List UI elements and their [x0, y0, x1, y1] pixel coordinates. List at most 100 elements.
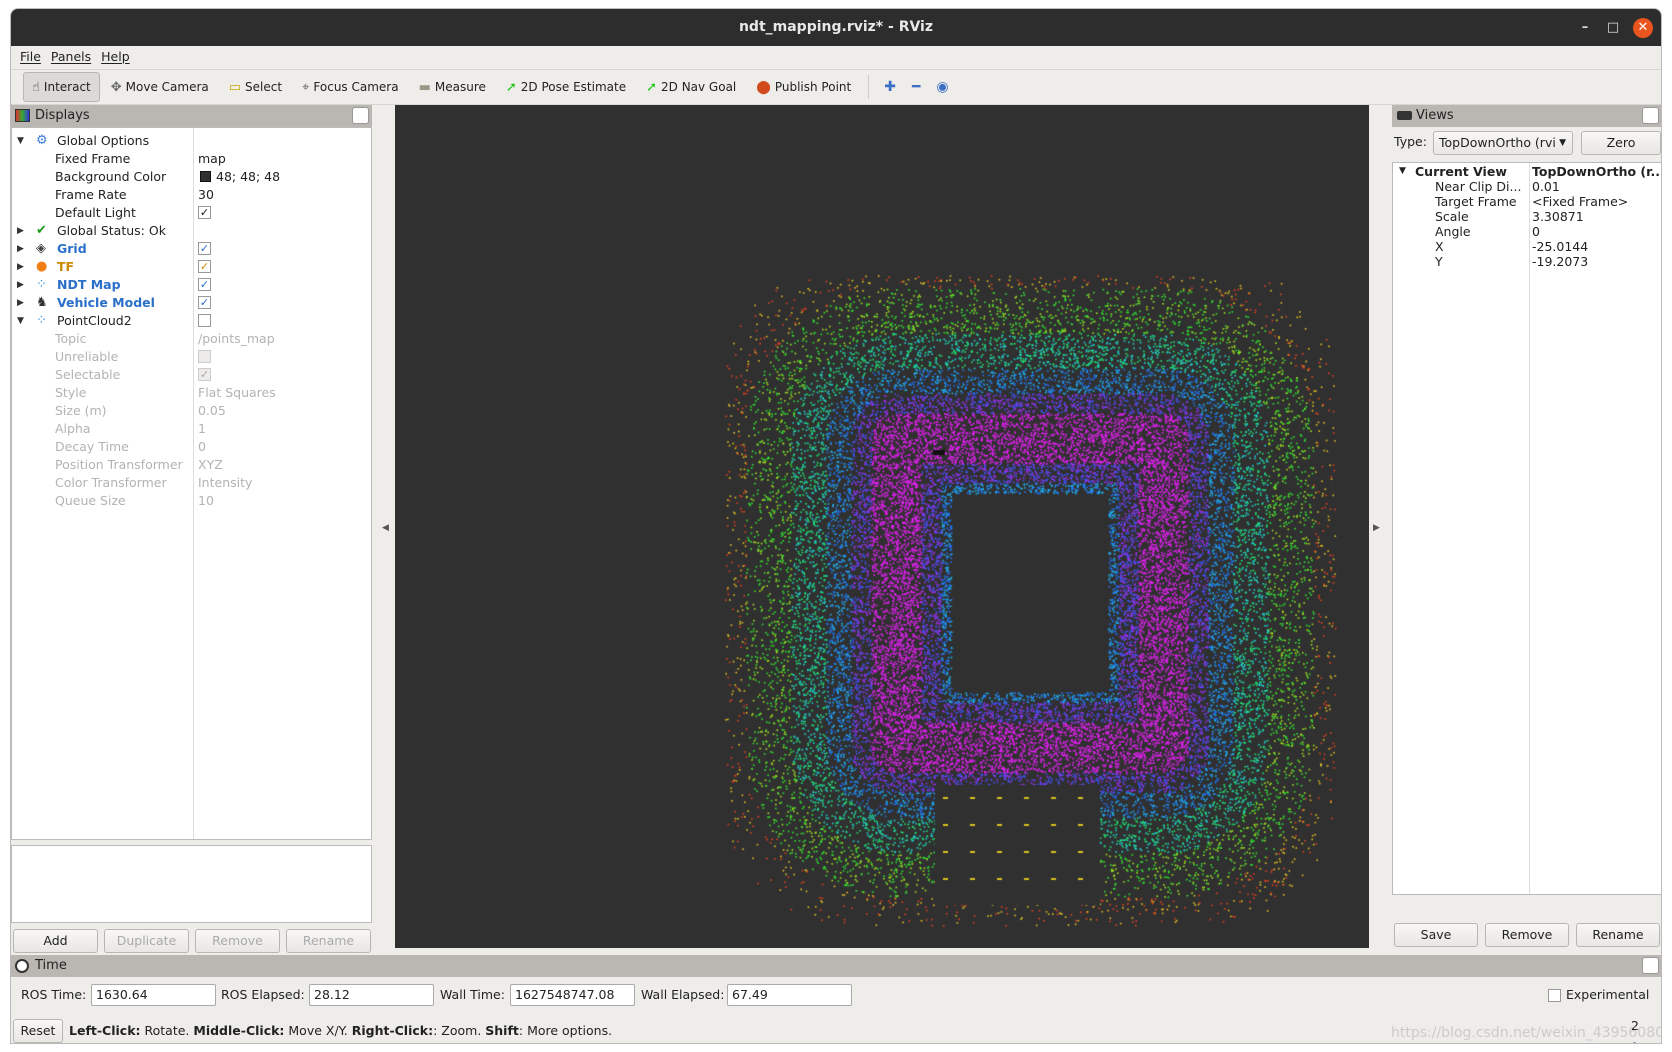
property-value[interactable]: 0.05: [198, 402, 226, 420]
undock-button[interactable]: [352, 107, 369, 124]
property-value[interactable]: Intensity: [198, 474, 252, 492]
display-row[interactable]: ▼ ⁘ PointCloud2: [12, 312, 371, 330]
remove-display-button[interactable]: Remove: [195, 929, 280, 953]
menu-panels[interactable]: Panels: [51, 46, 91, 67]
enable-checkbox[interactable]: ✓: [198, 260, 211, 273]
tool-focus-camera[interactable]: ⌖ Focus Camera: [293, 72, 408, 102]
property-value[interactable]: <Fixed Frame>: [1532, 194, 1628, 209]
view-property-row[interactable]: Near Clip Di... 0.01: [1393, 179, 1661, 194]
wall-time-field[interactable]: 1627548747.08: [510, 984, 635, 1006]
display-row[interactable]: Decay Time 0: [12, 438, 371, 456]
collapse-right-arrow[interactable]: ▶: [1373, 523, 1380, 533]
remove-view-button[interactable]: Remove: [1485, 923, 1569, 947]
view-property-row[interactable]: Scale 3.30871: [1393, 209, 1661, 224]
property-value[interactable]: 0: [1532, 224, 1540, 239]
expand-down-icon[interactable]: ▼: [17, 132, 24, 150]
enable-checkbox[interactable]: ✓: [198, 296, 211, 309]
displays-tree[interactable]: ▼ ⚙ Global Options Fixed Frame map Background…: [11, 127, 372, 840]
display-row[interactable]: Fixed Frame map: [12, 150, 371, 168]
display-row[interactable]: Unreliable: [12, 348, 371, 366]
expand-right-icon[interactable]: ▶: [17, 240, 24, 258]
property-value[interactable]: 0.01: [1532, 179, 1560, 194]
enable-checkbox[interactable]: ✓: [198, 206, 211, 219]
wall-elapsed-field[interactable]: 67.49: [727, 984, 852, 1006]
collapse-left-arrow[interactable]: ◀: [382, 523, 389, 533]
tool-2d-pose-estimate[interactable]: ➚ 2D Pose Estimate: [497, 72, 635, 102]
enable-checkbox[interactable]: ✓: [198, 368, 211, 381]
display-row[interactable]: Position Transformer XYZ: [12, 456, 371, 474]
undock-button[interactable]: [1642, 107, 1659, 124]
property-value[interactable]: Flat Squares: [198, 384, 276, 402]
color-swatch[interactable]: [200, 171, 211, 182]
display-row[interactable]: Selectable ✓: [12, 366, 371, 384]
property-value[interactable]: 30: [198, 186, 214, 204]
ros-elapsed-field[interactable]: 28.12: [309, 984, 434, 1006]
enable-checkbox[interactable]: ✓: [198, 242, 211, 255]
property-value[interactable]: -25.0144: [1532, 239, 1588, 254]
view-property-row[interactable]: Angle 0: [1393, 224, 1661, 239]
view-property-row[interactable]: Target Frame <Fixed Frame>: [1393, 194, 1661, 209]
expand-right-icon[interactable]: ▶: [17, 258, 24, 276]
property-value[interactable]: 0: [198, 438, 206, 456]
property-value[interactable]: 48; 48; 48: [216, 168, 280, 186]
display-row[interactable]: Size (m) 0.05: [12, 402, 371, 420]
tool-move-camera[interactable]: ✥ Move Camera: [102, 72, 218, 102]
property-value[interactable]: 10: [198, 492, 214, 510]
display-row[interactable]: ▶ ⁘ NDT Map ✓: [12, 276, 371, 294]
save-view-button[interactable]: Save: [1394, 923, 1478, 947]
zero-button[interactable]: Zero: [1581, 131, 1661, 155]
property-value[interactable]: 1: [198, 420, 206, 438]
minimize-button[interactable]: –: [1575, 18, 1595, 38]
property-value[interactable]: 3.30871: [1532, 209, 1584, 224]
view-property-row[interactable]: Y -19.2073: [1393, 254, 1661, 269]
display-row[interactable]: Default Light ✓: [12, 204, 371, 222]
tool-interact[interactable]: ☝ Interact: [23, 72, 100, 102]
view-type-dropdown[interactable]: TopDownOrtho (rvi ▼: [1433, 131, 1573, 155]
menu-file[interactable]: File: [20, 46, 41, 67]
display-row[interactable]: ▶ ✔ Global Status: Ok: [12, 222, 371, 240]
tool-select[interactable]: ▭ Select: [220, 72, 291, 102]
views-tree[interactable]: ▼ Current View TopDownOrtho (r... Near Clip…: [1392, 162, 1661, 895]
enable-checkbox[interactable]: [198, 350, 211, 363]
expand-down-icon[interactable]: ▼: [17, 312, 24, 330]
tool-measure[interactable]: ▬ Measure: [410, 72, 495, 102]
display-row[interactable]: Color Transformer Intensity: [12, 474, 371, 492]
display-row[interactable]: Topic/points_map: [12, 330, 371, 348]
tool-2d-nav-goal[interactable]: ➚ 2D Nav Goal: [637, 72, 745, 102]
enable-checkbox[interactable]: ✓: [198, 278, 211, 291]
expand-right-icon[interactable]: ▶: [17, 294, 24, 312]
view-property-row[interactable]: X -25.0144: [1393, 239, 1661, 254]
display-row[interactable]: ▶ ● TF ✓: [12, 258, 371, 276]
property-value[interactable]: /points_map: [198, 330, 275, 348]
view-property-row[interactable]: ▼ Current View TopDownOrtho (r...: [1393, 164, 1661, 179]
expand-right-icon[interactable]: ▶: [17, 222, 24, 240]
ros-time-field[interactable]: 1630.64: [91, 984, 216, 1006]
maximize-button[interactable]: □: [1603, 18, 1623, 38]
display-row[interactable]: ▶ ◈ Grid ✓: [12, 240, 371, 258]
undock-button[interactable]: [1642, 957, 1659, 974]
display-row[interactable]: ▶ ♞ Vehicle Model ✓: [12, 294, 371, 312]
display-row[interactable]: Frame Rate 30: [12, 186, 371, 204]
display-row[interactable]: Alpha 1: [12, 420, 371, 438]
property-value[interactable]: map: [198, 150, 226, 168]
property-value[interactable]: TopDownOrtho (r...: [1532, 164, 1661, 179]
reset-button[interactable]: Reset: [13, 1019, 63, 1043]
menu-help[interactable]: Help: [101, 46, 130, 67]
view-eye-icon[interactable]: ◉: [929, 72, 955, 102]
duplicate-button[interactable]: Duplicate: [104, 929, 189, 953]
display-row[interactable]: Queue Size 10: [12, 492, 371, 510]
add-tool-icon[interactable]: ✚: [877, 72, 903, 102]
display-row[interactable]: ▼ ⚙ Global Options: [12, 132, 371, 150]
close-button[interactable]: ✕: [1633, 18, 1653, 38]
3d-viewport[interactable]: [395, 105, 1369, 948]
add-button[interactable]: Add: [13, 929, 98, 953]
experimental-checkbox[interactable]: [1548, 989, 1561, 1002]
display-row[interactable]: Background Color 48; 48; 48: [12, 168, 371, 186]
property-value[interactable]: -19.2073: [1532, 254, 1588, 269]
display-row[interactable]: Style Flat Squares: [12, 384, 371, 402]
tool-publish-point[interactable]: ⬤ Publish Point: [747, 72, 860, 102]
expand-right-icon[interactable]: ▶: [17, 276, 24, 294]
expand-down-icon[interactable]: ▼: [1399, 164, 1406, 179]
rename-view-button[interactable]: Rename: [1576, 923, 1660, 947]
rename-display-button[interactable]: Rename: [286, 929, 371, 953]
